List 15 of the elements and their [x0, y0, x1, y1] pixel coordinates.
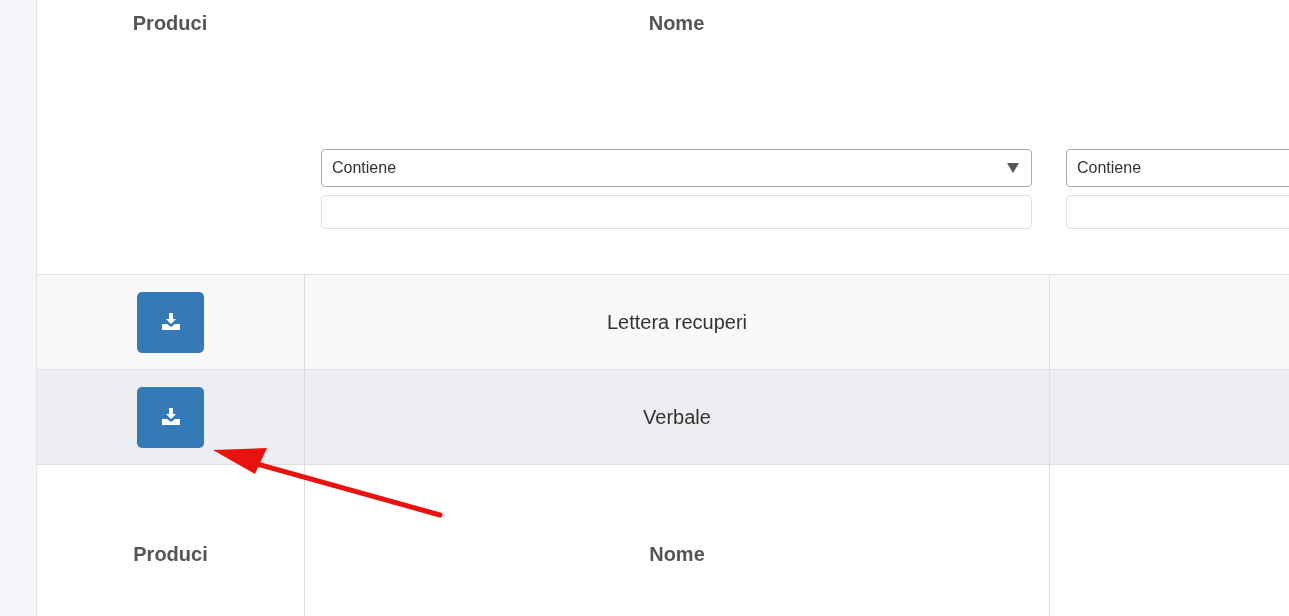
download-icon [160, 408, 181, 426]
caret-icon [1007, 163, 1019, 173]
table-cell: Lettera recuperi [606, 310, 748, 334]
column-header: Produci [132, 12, 208, 35]
column-header: Nome [648, 12, 705, 35]
download-button[interactable] [137, 386, 204, 448]
filter-select[interactable]: Contiene [1066, 149, 1289, 187]
download-icon [160, 313, 181, 331]
download-button[interactable] [137, 291, 204, 353]
column-footer: Nome [649, 543, 705, 566]
filter-input[interactable] [1066, 195, 1289, 229]
table-cell: Verbale [643, 405, 711, 429]
filter-select[interactable]: Contiene [321, 149, 1032, 187]
filter-input[interactable] [321, 195, 1032, 229]
column-footer: Produci [133, 543, 208, 566]
